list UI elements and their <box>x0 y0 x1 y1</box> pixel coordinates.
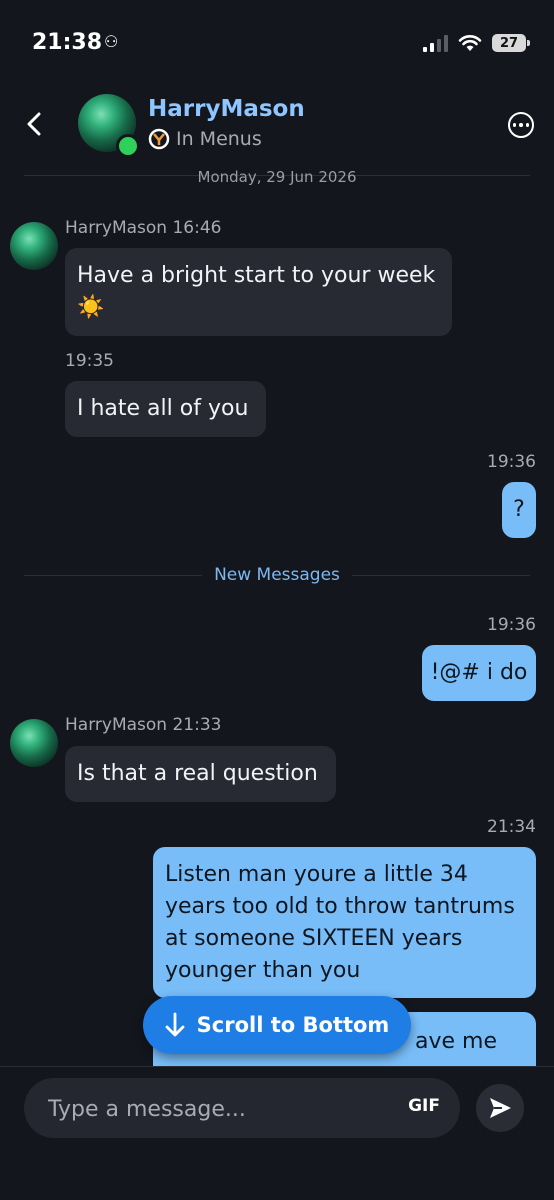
sun-emoji: ☀️ <box>77 295 105 320</box>
sender-name: HarryMason <box>65 715 168 735</box>
message-input-container[interactable]: GIF <box>24 1078 460 1140</box>
incoming-message[interactable]: Have a bright start to your week ☀️ <box>65 248 452 336</box>
message-meta: HarryMason 21:33 <box>65 715 221 735</box>
message-time: 19:36 <box>487 615 536 635</box>
message-meta: HarryMason 16:46 <box>65 218 221 238</box>
online-status-dot <box>116 134 140 158</box>
outgoing-message[interactable]: Listen man youre a little 34 years too o… <box>153 847 536 998</box>
battery-indicator: 27 <box>492 34 530 52</box>
message-text: Is that a real question <box>77 761 318 786</box>
notification-icon: ⚇ <box>104 32 119 51</box>
message-time: 21:34 <box>487 817 536 837</box>
send-button[interactable] <box>476 1084 524 1132</box>
more-options-button[interactable] <box>508 112 534 138</box>
sender-name: HarryMason <box>65 218 168 238</box>
contact-status: In Menus <box>148 128 262 150</box>
outgoing-message[interactable]: !@# i do <box>422 645 536 701</box>
gif-button[interactable]: GIF <box>408 1096 440 1116</box>
message-text: !@# i do <box>430 660 528 685</box>
message-time: 16:46 <box>172 218 222 238</box>
status-text: In Menus <box>176 128 262 150</box>
message-line: Listen man youre a little 34 <box>165 862 468 887</box>
arrow-down-icon <box>165 1012 185 1037</box>
message-input[interactable] <box>46 1078 380 1140</box>
avatar[interactable] <box>10 719 58 767</box>
new-messages-label: New Messages <box>214 565 340 585</box>
message-line: years too old to throw tantrums <box>165 894 515 919</box>
back-icon[interactable] <box>24 110 44 138</box>
incoming-message[interactable]: Is that a real question <box>65 746 336 802</box>
message-text: ? <box>513 497 525 522</box>
contact-name[interactable]: HarryMason <box>148 96 305 122</box>
message-text: I hate all of you <box>77 396 249 421</box>
message-text: Have a bright start to your week <box>77 263 436 288</box>
wifi-icon <box>458 35 482 51</box>
status-time: 21:38 <box>32 30 103 55</box>
scroll-to-bottom-label: Scroll to Bottom <box>196 1013 390 1037</box>
message-line: at someone SIXTEEN years <box>165 926 463 951</box>
message-time: 19:35 <box>65 351 114 371</box>
outgoing-message[interactable]: ? <box>502 482 536 538</box>
scroll-to-bottom-button[interactable]: Scroll to Bottom <box>143 996 411 1054</box>
send-icon <box>490 1098 511 1118</box>
signal-icon <box>423 34 448 52</box>
overwatch-icon <box>148 128 170 150</box>
status-icons: 27 <box>423 34 530 52</box>
message-time: 19:36 <box>487 452 536 472</box>
date-separator: Monday, 29 Jun 2026 <box>197 168 357 186</box>
message-line: younger than you <box>165 958 361 983</box>
avatar[interactable] <box>10 222 58 270</box>
message-time: 21:33 <box>172 715 222 735</box>
incoming-message[interactable]: I hate all of you <box>65 381 266 437</box>
